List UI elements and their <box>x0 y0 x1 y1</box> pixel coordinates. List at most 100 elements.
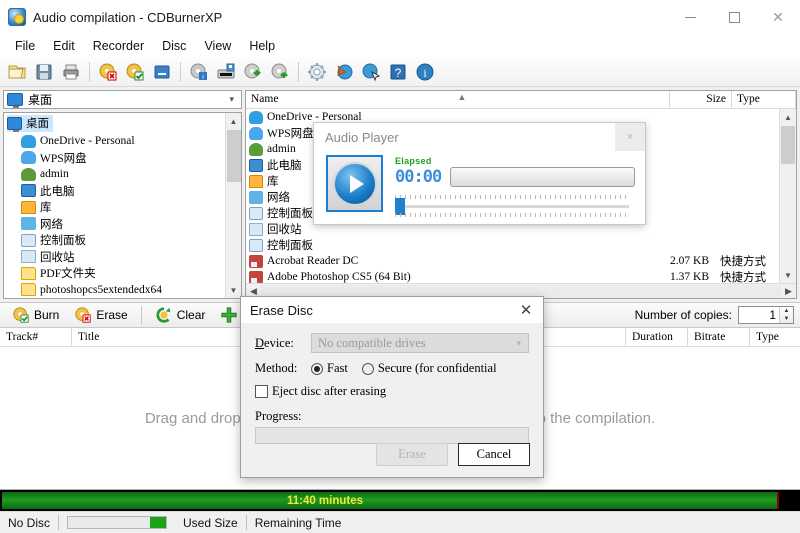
scrollbar-thumb[interactable] <box>781 126 795 164</box>
tree-item-label: admin <box>40 168 69 180</box>
tree-item-onedrive[interactable]: OneDrive - Personal <box>7 133 241 150</box>
device-accel: D <box>255 336 264 350</box>
status-bar: No Disc Used Size Remaining Time <box>0 511 800 533</box>
column-header-type[interactable]: Type <box>750 328 800 346</box>
radio-selected-icon <box>311 363 323 375</box>
save-icon[interactable] <box>31 59 57 85</box>
method-row: Method: Fast Secure (for confidential <box>255 361 529 376</box>
tree-item-recycle-bin[interactable]: 回收站 <box>7 248 241 265</box>
disc-info-icon[interactable]: i <box>186 59 212 85</box>
clear-button-label: Clear <box>177 308 206 322</box>
tree-item-admin[interactable]: admin <box>7 166 241 183</box>
seek-bar[interactable] <box>450 167 635 187</box>
copies-input[interactable] <box>739 307 779 323</box>
play-button[interactable] <box>326 155 383 212</box>
tree-item-pdf-folder[interactable]: PDF文件夹 <box>7 265 241 282</box>
table-row[interactable]: Acrobat Reader DC 2.07 KB 快捷方式 <box>246 253 779 269</box>
close-button[interactable]: ✕ <box>756 0 800 34</box>
minimize-panel-icon[interactable] <box>149 59 175 85</box>
folder-tree[interactable]: 桌面 OneDrive - Personal WPS网盘 admin <box>3 112 242 299</box>
computer-icon <box>21 184 36 197</box>
scroll-left-icon[interactable]: ◀ <box>246 286 261 297</box>
spin-down-icon[interactable]: ▼ <box>780 315 793 323</box>
device-select[interactable]: No compatible drives ▾ <box>311 333 529 353</box>
desktop-icon <box>7 93 23 106</box>
method-fast-radio[interactable]: Fast <box>311 361 348 376</box>
shortcut-icon <box>249 271 263 284</box>
tree-item-wps[interactable]: WPS网盘 <box>7 149 241 166</box>
column-header-size[interactable]: Size <box>670 91 732 108</box>
tree-item-label: 库 <box>40 199 52 215</box>
recycle-bin-icon <box>21 250 36 263</box>
menu-help[interactable]: Help <box>240 36 284 56</box>
drive-icon[interactable] <box>213 59 239 85</box>
column-header-bitrate[interactable]: Bitrate <box>688 328 750 346</box>
scroll-right-icon[interactable]: ▶ <box>781 286 796 297</box>
spin-up-icon[interactable]: ▲ <box>780 307 793 315</box>
column-header-name[interactable]: Name ▲ <box>246 91 670 108</box>
tree-item-photoshop[interactable]: photoshopcs5extendedx64 <box>7 281 241 298</box>
tree-item-nav-test[interactable]: 导航测试 <box>7 298 241 299</box>
erase-button-label: Erase <box>96 308 127 322</box>
disc-export-icon[interactable] <box>267 59 293 85</box>
globe-arrow-icon[interactable] <box>331 59 357 85</box>
cancel-button[interactable]: Cancel <box>458 443 530 466</box>
library-icon <box>249 175 263 188</box>
method-secure-radio[interactable]: Secure (for confidential <box>362 361 497 376</box>
tree-item-network[interactable]: 网络 <box>7 215 241 232</box>
column-header-track-number[interactable]: Track# <box>0 328 72 346</box>
menu-recorder[interactable]: Recorder <box>84 36 153 56</box>
menu-edit[interactable]: Edit <box>44 36 84 56</box>
erase-dialog-buttons: Erase Cancel <box>376 443 530 466</box>
open-icon[interactable] <box>4 59 30 85</box>
erase-dialog-close-button[interactable]: ✕ <box>509 297 543 323</box>
erase-confirm-button[interactable]: Erase <box>376 443 448 466</box>
copies-spin-arrows[interactable]: ▲ ▼ <box>779 307 793 323</box>
menu-file[interactable]: File <box>6 36 44 56</box>
used-size-meter <box>67 516 167 529</box>
burn-button[interactable]: Burn <box>6 303 65 327</box>
scroll-down-icon[interactable]: ▼ <box>226 282 241 298</box>
table-row[interactable]: 控制面板 <box>246 237 779 253</box>
menu-disc[interactable]: Disc <box>153 36 195 56</box>
eject-checkbox[interactable]: Eject disc after erasing <box>255 384 386 399</box>
copies-stepper[interactable]: ▲ ▼ <box>738 306 794 324</box>
about-info-icon[interactable]: i <box>412 59 438 85</box>
clear-button[interactable]: Clear <box>149 303 212 327</box>
tree-item-library[interactable]: 库 <box>7 199 241 216</box>
erase-icon <box>74 306 92 324</box>
scroll-up-icon[interactable]: ▲ <box>226 113 241 129</box>
minimize-button[interactable] <box>668 0 712 34</box>
erase-button[interactable]: Erase <box>68 303 133 327</box>
method-label: Method: <box>255 361 311 376</box>
scroll-down-icon[interactable]: ▼ <box>780 267 796 283</box>
device-label: Device: <box>255 336 311 351</box>
globe-cursor-icon[interactable] <box>358 59 384 85</box>
maximize-icon <box>729 12 740 23</box>
disc-import-icon[interactable] <box>240 59 266 85</box>
file-list-header: Name ▲ Size Type <box>246 91 796 109</box>
audio-player-close-button[interactable]: × <box>615 123 645 151</box>
tree-item-this-pc[interactable]: 此电脑 <box>7 182 241 199</box>
tree-item-control-panel[interactable]: 控制面板 <box>7 232 241 249</box>
scroll-up-icon[interactable]: ▲ <box>780 109 796 125</box>
column-header-duration[interactable]: Duration <box>626 328 688 346</box>
control-panel-icon <box>21 234 36 247</box>
slider-ticks-top <box>395 195 629 199</box>
location-combo[interactable]: 桌面 ▾ <box>3 90 242 109</box>
tree-item-label: OneDrive - Personal <box>40 135 135 147</box>
print-icon[interactable] <box>58 59 84 85</box>
help-icon[interactable]: ? <box>385 59 411 85</box>
tree-item-desktop[interactable]: 桌面 <box>7 115 53 132</box>
column-header-type[interactable]: Type <box>732 91 796 108</box>
burn-disc-ok-icon[interactable] <box>122 59 148 85</box>
tree-scrollbar[interactable]: ▲ ▼ <box>225 113 241 298</box>
radio-unselected-icon <box>362 363 374 375</box>
burn-disc-error-icon[interactable] <box>95 59 121 85</box>
file-list-vertical-scrollbar[interactable]: ▲ ▼ <box>779 109 796 283</box>
scrollbar-thumb[interactable] <box>227 130 241 182</box>
maximize-button[interactable] <box>712 0 756 34</box>
volume-slider[interactable] <box>395 195 635 217</box>
menu-view[interactable]: View <box>195 36 240 56</box>
settings-gear-icon[interactable] <box>304 59 330 85</box>
